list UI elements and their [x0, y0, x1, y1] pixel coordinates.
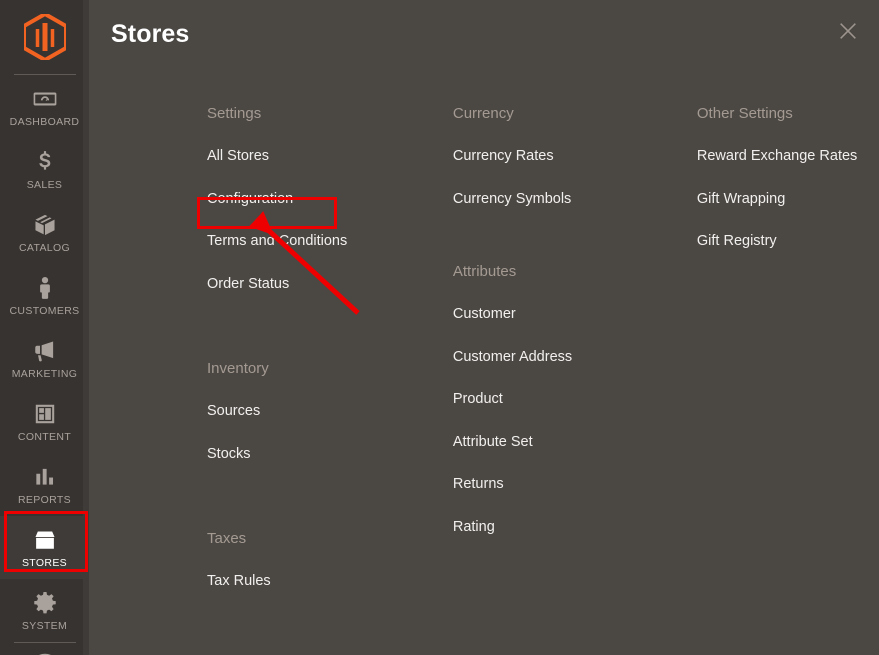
menu-group-inventory: Inventory Sources Stocks [207, 347, 453, 469]
menu-item-gift-wrapping[interactable]: Gift Wrapping [697, 184, 785, 215]
menu-item-tax-rules[interactable]: Tax Rules [207, 566, 271, 597]
close-icon [840, 23, 856, 39]
sidebar-item-label: CUSTOMERS [9, 304, 80, 317]
menu-group-other-settings: Other Settings Reward Exchange Rates Gif… [697, 92, 879, 257]
admin-sidebar: DASHBOARD SALES CATALOG CUSTOMERS MARKET… [0, 0, 89, 655]
sidebar-item-reports[interactable]: REPORTS [0, 453, 89, 516]
menu-item-rating[interactable]: Rating [453, 512, 495, 543]
dollar-icon [32, 149, 58, 175]
group-title: Currency [452, 105, 514, 122]
sidebar-item-label: SALES [26, 178, 63, 191]
sidebar-item-label: DASHBOARD [9, 115, 80, 128]
menu-item-all-stores[interactable]: All Stores [207, 141, 269, 172]
group-title: Attributes [452, 263, 517, 280]
menu-item-gift-registry[interactable]: Gift Registry [697, 226, 777, 257]
sidebar-item-label: CONTENT [17, 430, 72, 443]
menu-item-currency-rates[interactable]: Currency Rates [453, 141, 554, 172]
stack-icon [32, 650, 58, 655]
bar-chart-icon [32, 464, 58, 490]
menu-columns: Settings All Stores Configuration Terms … [89, 92, 879, 609]
menu-group-attributes: Attributes Customer Customer Address Pro… [453, 250, 697, 542]
menu-item-product[interactable]: Product [453, 384, 503, 415]
magento-logo-icon [23, 14, 66, 60]
close-button[interactable] [829, 12, 867, 50]
storefront-icon [32, 527, 58, 553]
menu-item-attribute-set[interactable]: Attribute Set [453, 427, 533, 458]
menu-item-returns[interactable]: Returns [453, 469, 504, 500]
box-icon [32, 212, 58, 238]
group-title: Other Settings [696, 105, 793, 122]
menu-column-2: Currency Currency Rates Currency Symbols… [453, 92, 697, 609]
sidebar-item-label: SYSTEM [21, 619, 68, 632]
sidebar-item-catalog[interactable]: CATALOG [0, 201, 89, 264]
sidebar-item-label: STORES [21, 556, 68, 569]
sidebar-item-dashboard[interactable]: DASHBOARD [0, 75, 89, 138]
menu-item-stocks[interactable]: Stocks [207, 439, 251, 470]
sidebar-item-stores[interactable]: STORES [0, 516, 89, 579]
group-title: Taxes [207, 530, 247, 547]
sidebar-item-sales[interactable]: SALES [0, 138, 89, 201]
magento-admin-stores-menu: DASHBOARD SALES CATALOG CUSTOMERS MARKET… [0, 0, 879, 655]
menu-item-customer-address[interactable]: Customer Address [453, 342, 572, 373]
menu-group-taxes: Taxes Tax Rules [207, 517, 453, 597]
sidebar-item-system[interactable]: SYSTEM [0, 579, 89, 642]
menu-item-sources[interactable]: Sources [207, 396, 260, 427]
layout-icon [32, 401, 58, 427]
page-title: Stores [111, 20, 190, 48]
sidebar-item-customers[interactable]: CUSTOMERS [0, 264, 89, 327]
menu-column-1: Settings All Stores Configuration Terms … [207, 92, 453, 609]
menu-group-settings: Settings All Stores Configuration Terms … [207, 92, 453, 299]
menu-item-order-status[interactable]: Order Status [207, 269, 289, 300]
sidebar-item-content[interactable]: CONTENT [0, 390, 89, 453]
menu-item-terms-and-conditions[interactable]: Terms and Conditions [207, 226, 347, 257]
menu-item-currency-symbols[interactable]: Currency Symbols [453, 184, 571, 215]
gear-icon [32, 590, 58, 616]
gauge-icon [32, 86, 58, 112]
menu-item-reward-exchange-rates[interactable]: Reward Exchange Rates [697, 141, 857, 172]
sidebar-item-label: MARKETING [11, 367, 78, 380]
magento-logo[interactable] [0, 0, 89, 74]
sidebar-item-label: CATALOG [18, 241, 71, 254]
group-title: Inventory [207, 360, 269, 377]
menu-group-currency: Currency Currency Rates Currency Symbols [453, 92, 697, 214]
sidebar-item-marketing[interactable]: MARKETING [0, 327, 89, 390]
person-icon [32, 275, 58, 301]
menu-item-customer[interactable]: Customer [453, 299, 516, 330]
menu-column-3: Other Settings Reward Exchange Rates Gif… [697, 92, 879, 609]
megaphone-icon [32, 338, 58, 364]
sidebar-item-label: REPORTS [17, 493, 72, 506]
sidebar-item-extensions[interactable] [0, 643, 89, 655]
menu-item-configuration[interactable]: Configuration [207, 184, 293, 215]
stores-menu-panel: Stores Settings All Stores Configuration… [89, 0, 879, 655]
group-title: Settings [207, 105, 262, 122]
